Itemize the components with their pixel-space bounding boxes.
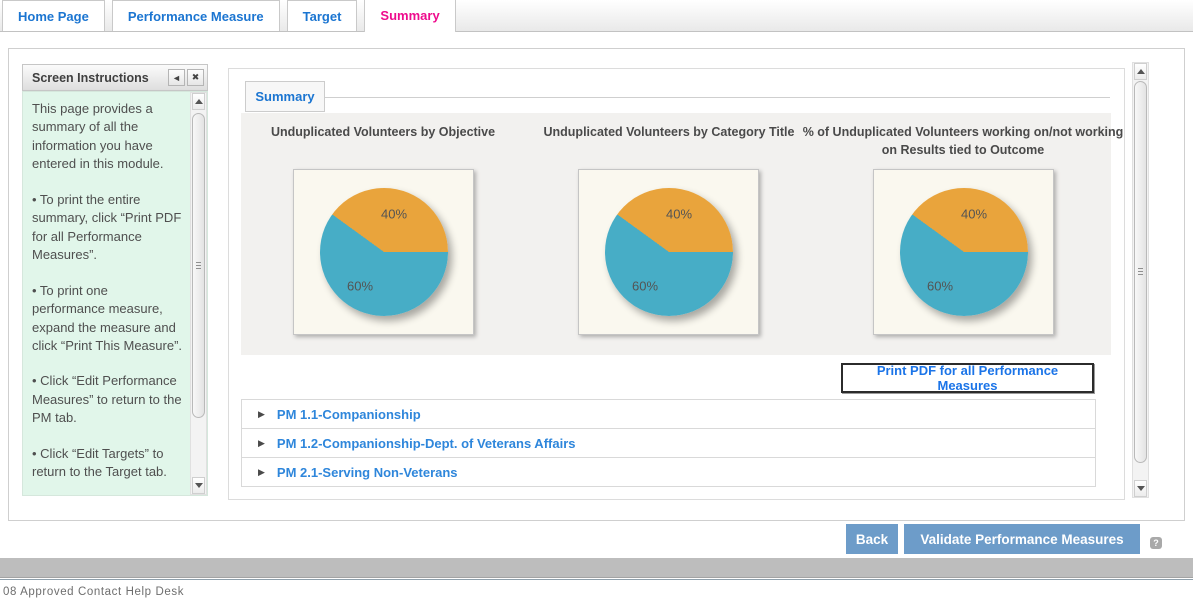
collapse-panel-icon[interactable]: ◄	[168, 69, 185, 86]
footer: 08 Approved Contact Help Desk	[0, 579, 1193, 604]
scrollbar-grip-icon	[1138, 268, 1143, 276]
scroll-up-icon[interactable]	[1134, 63, 1147, 80]
chart-title-objective: Unduplicated Volunteers by Objective	[270, 125, 496, 139]
scroll-down-icon[interactable]	[192, 477, 205, 494]
chart-title-category: Unduplicated Volunteers by Category Titl…	[543, 125, 795, 139]
pm-label: PM 2.1-Serving Non-Veterans	[276, 464, 458, 480]
tab-summary[interactable]: Summary	[364, 0, 456, 32]
pie-chart-category: 40% 60%	[578, 169, 759, 335]
pm-row-1-2[interactable]: ▶ PM 1.2-Companionship-Dept. of Veterans…	[241, 428, 1096, 458]
print-pdf-all-button[interactable]: Print PDF for all Performance Measures	[841, 363, 1094, 393]
performance-measure-list: ▶ PM 1.1-Companionship ▶ PM 1.2-Companio…	[241, 399, 1096, 487]
chart-region: Unduplicated Volunteers by Objective Und…	[241, 113, 1123, 355]
pie-slice-label: 60%	[926, 278, 954, 294]
validate-performance-measures-button[interactable]: Validate Performance Measures	[904, 524, 1140, 554]
top-tab-bar: Home Page Performance Measure Target Sum…	[0, 0, 1193, 32]
back-button[interactable]: Back	[846, 524, 898, 554]
scrollbar-grip-icon	[196, 261, 201, 270]
instructions-paragraph: • Click “Edit Performance Measures” to r…	[32, 373, 182, 426]
pie-slice-label: 40%	[960, 206, 988, 222]
tab-target[interactable]: Target	[286, 0, 358, 31]
pm-row-1-1[interactable]: ▶ PM 1.1-Companionship	[241, 399, 1096, 429]
triangle-up-icon	[194, 99, 203, 104]
pie-slice-label: 60%	[346, 278, 374, 294]
pm-label: PM 1.2-Companionship-Dept. of Veterans A…	[276, 435, 576, 451]
pie-slice-label: 40%	[380, 206, 408, 222]
scroll-up-icon[interactable]	[192, 93, 205, 110]
pie-chart-objective: 40% 60%	[293, 169, 474, 335]
pie-slice-label: 40%	[665, 206, 693, 222]
bottom-gray-bar	[0, 558, 1193, 578]
screen-instructions-panel: This page provides a summary of all the …	[22, 91, 208, 496]
tab-home-page[interactable]: Home Page	[2, 0, 105, 31]
instructions-paragraph: • Click “Edit Targets” to return to the …	[32, 445, 167, 480]
tab-summary-inner[interactable]: Summary	[245, 81, 325, 112]
triangle-up-icon	[1136, 69, 1145, 74]
scroll-down-icon[interactable]	[1134, 480, 1147, 497]
expand-arrow-icon: ▶	[258, 466, 265, 477]
screen-instructions-title: Screen Instructions	[32, 70, 149, 85]
screen-instructions-header: Screen Instructions ◄ ✖	[22, 64, 208, 91]
instructions-paragraph: • To print one performance measure, expa…	[32, 282, 183, 353]
main-scrollbar[interactable]	[1132, 62, 1149, 498]
sidebar-scrollbar[interactable]	[190, 92, 207, 495]
pie-slice-label: 60%	[631, 278, 659, 294]
pm-label: PM 1.1-Companionship	[276, 406, 421, 422]
expand-arrow-icon: ▶	[258, 437, 265, 448]
chart-title-outcome: % of Unduplicated Volunteers working on/…	[802, 125, 1124, 158]
footer-text: 08 Approved Contact Help Desk	[3, 586, 185, 598]
pie-chart-outcome: 40% 60%	[873, 169, 1054, 335]
help-icon[interactable]: ?	[1150, 537, 1162, 549]
main-panel: Summary Unduplicated Volunteers by Objec…	[228, 68, 1125, 500]
tab-performance-measure[interactable]: Performance Measure	[111, 0, 280, 31]
pm-row-2-1[interactable]: ▶ PM 2.1-Serving Non-Veterans	[241, 457, 1096, 487]
main-scrollbar-thumb[interactable]	[1134, 81, 1147, 463]
fieldset-divider	[245, 97, 1110, 98]
instructions-paragraph: This page provides a summary of all the …	[32, 101, 164, 172]
screen-instructions-text: This page provides a summary of all the …	[23, 92, 190, 495]
close-panel-icon[interactable]: ✖	[187, 69, 204, 86]
sidebar-scrollbar-thumb[interactable]	[192, 113, 205, 418]
instructions-paragraph: • To print the entire summary, click “Pr…	[32, 191, 182, 263]
expand-arrow-icon: ▶	[258, 408, 265, 419]
triangle-down-icon	[194, 483, 203, 488]
triangle-down-icon	[1136, 486, 1145, 491]
